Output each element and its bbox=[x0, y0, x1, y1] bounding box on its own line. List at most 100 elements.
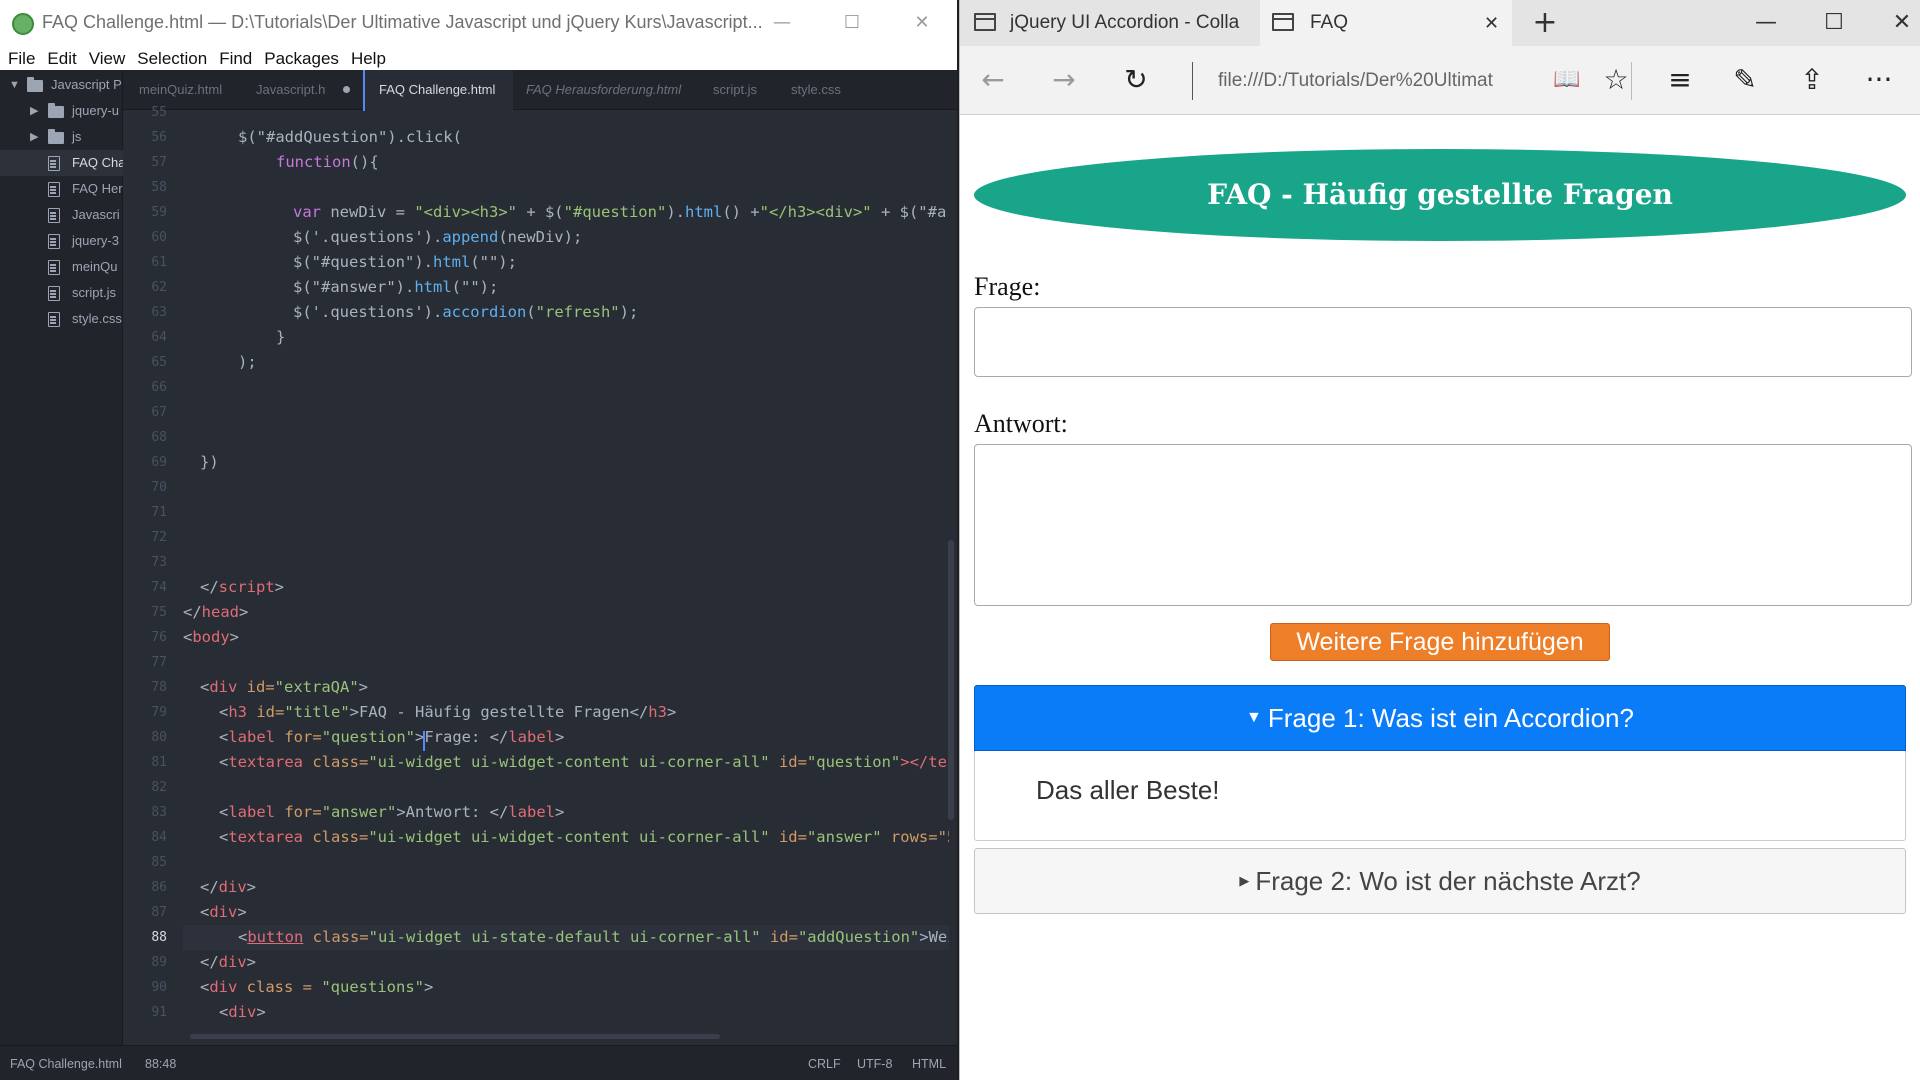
line-number: 87 bbox=[151, 905, 167, 920]
menu-find[interactable]: Find bbox=[213, 46, 258, 69]
address-bar[interactable]: file:///D:/Tutorials/Der%20Ultimat bbox=[1218, 70, 1493, 92]
code-token: $('.questions'). bbox=[293, 228, 443, 246]
new-tab-button[interactable]: + bbox=[1525, 0, 1565, 46]
web-note-icon[interactable]: ✎ bbox=[1725, 60, 1765, 100]
share-icon[interactable]: ⇪ bbox=[1792, 60, 1832, 100]
menu-edit[interactable]: Edit bbox=[41, 46, 82, 69]
line-number: 66 bbox=[151, 380, 167, 395]
code-token: < bbox=[219, 1003, 229, 1021]
question-textarea[interactable] bbox=[974, 307, 1912, 377]
tree-item-label: FAQ Her bbox=[72, 181, 123, 196]
code-token: textarea bbox=[228, 828, 303, 846]
code-token: >FAQ - Häufig gestellte Fragen</ bbox=[349, 703, 649, 721]
menu-packages[interactable]: Packages bbox=[258, 46, 345, 69]
browser-minimize-button[interactable]: — bbox=[1746, 0, 1786, 46]
status-encoding[interactable]: UTF-8 bbox=[857, 1057, 892, 1071]
web-page: FAQ - Häufig gestellte Fragen Frage: Ant… bbox=[960, 115, 1920, 1080]
horizontal-scrollbar[interactable] bbox=[190, 1034, 720, 1039]
question-label: Frage: bbox=[974, 272, 1041, 301]
vertical-scrollbar[interactable] bbox=[948, 540, 954, 820]
tree-item-javascript[interactable]: Javascri bbox=[0, 202, 123, 228]
code-token: head bbox=[201, 603, 239, 621]
code-line: </head> bbox=[183, 600, 248, 625]
tree-item-style-css[interactable]: style.css bbox=[0, 306, 123, 332]
menu-help[interactable]: Help bbox=[345, 46, 392, 69]
line-number: 61 bbox=[151, 255, 167, 270]
file-icon bbox=[48, 286, 60, 301]
code-token: id= bbox=[769, 753, 807, 771]
accordion-header-1[interactable]: ▼ Frage 1: Was ist ein Accordion? bbox=[974, 685, 1906, 751]
status-grammar[interactable]: HTML bbox=[912, 1057, 946, 1071]
browser-maximize-button[interactable]: ☐ bbox=[1814, 0, 1854, 46]
line-number: 91 bbox=[151, 1005, 167, 1020]
code-token: for= bbox=[275, 728, 322, 746]
close-tab-icon[interactable]: ✕ bbox=[1484, 0, 1499, 46]
tab-faq-herausforderung[interactable]: FAQ Herausforderung.html bbox=[526, 70, 696, 110]
code-token: >Frage: </ bbox=[415, 728, 509, 746]
code-editor[interactable]: $("#addQuestion").click( function(){ var… bbox=[183, 110, 949, 1045]
code-token: id= bbox=[237, 678, 275, 696]
file-icon bbox=[48, 234, 60, 249]
code-token: < bbox=[200, 678, 210, 696]
refresh-icon[interactable]: ↻ bbox=[1116, 60, 1156, 100]
tab-style-css[interactable]: style.css bbox=[791, 70, 861, 110]
tree-item-faq-challenge[interactable]: FAQ Cha bbox=[0, 150, 123, 176]
code-token: } bbox=[276, 328, 286, 346]
code-token: label bbox=[228, 803, 276, 821]
accordion-header-2[interactable]: ▶ Frage 2: Wo ist der nächste Arzt? bbox=[974, 848, 1906, 914]
add-question-button[interactable]: Weitere Frage hinzufügen bbox=[1270, 623, 1610, 661]
status-file-name[interactable]: FAQ Challenge.html bbox=[10, 1057, 122, 1071]
hub-icon[interactable]: ≡ bbox=[1660, 60, 1700, 100]
tree-item-meinquiz[interactable]: meinQu bbox=[0, 254, 123, 280]
tab-script-js[interactable]: script.js bbox=[713, 70, 773, 110]
answer-textarea[interactable] bbox=[974, 444, 1912, 606]
minimize-button[interactable]: — bbox=[762, 10, 802, 36]
code-token: (""); bbox=[470, 253, 517, 271]
close-button[interactable]: ✕ bbox=[902, 10, 942, 36]
tree-item-faq-herausforderung[interactable]: FAQ Her bbox=[0, 176, 123, 202]
tree-item-label: jquery-u bbox=[72, 103, 119, 118]
code-token: id= bbox=[247, 703, 285, 721]
code-token: (){ bbox=[350, 153, 379, 171]
reading-view-icon[interactable]: 📖 bbox=[1547, 60, 1587, 100]
more-icon[interactable]: ··· bbox=[1859, 60, 1899, 100]
tab-javascript[interactable]: Javascript.ht bbox=[256, 70, 326, 110]
line-number: 59 bbox=[151, 205, 167, 220]
code-token: > bbox=[246, 953, 257, 971]
browser-close-button[interactable]: ✕ bbox=[1882, 0, 1920, 46]
code-token: "addQuestion" bbox=[797, 928, 920, 946]
menu-selection[interactable]: Selection bbox=[131, 46, 213, 69]
favorite-star-icon[interactable]: ☆ bbox=[1596, 60, 1636, 100]
page-icon bbox=[974, 13, 996, 31]
code-token: </ bbox=[183, 603, 202, 621]
status-cursor-position[interactable]: 88:48 bbox=[145, 1057, 176, 1071]
tree-project-root[interactable]: ▼ Javascript P bbox=[0, 72, 123, 98]
line-number: 89 bbox=[151, 955, 167, 970]
tree-item-jquery-ui[interactable]: ▶ jquery-u bbox=[0, 98, 123, 124]
atom-logo-icon bbox=[12, 13, 34, 35]
line-number: 81 bbox=[151, 755, 167, 770]
code-token: > bbox=[555, 803, 565, 821]
tree-item-js[interactable]: ▶ js bbox=[0, 124, 123, 150]
code-token: >Wei bbox=[919, 928, 949, 946]
back-arrow-icon[interactable]: ← bbox=[973, 60, 1013, 100]
code-token: html bbox=[432, 253, 471, 271]
browser-tab-strip: jQuery UI Accordion - Colla FAQ ✕ + — ☐ … bbox=[960, 0, 1920, 46]
browser-tab-jquery-ui[interactable]: jQuery UI Accordion - Colla bbox=[960, 0, 1260, 46]
tab-faq-challenge[interactable]: FAQ Challenge.html bbox=[363, 70, 513, 111]
window-title: FAQ Challenge.html — D:\Tutorials\Der Ul… bbox=[42, 12, 763, 32]
text-caret bbox=[423, 731, 425, 751]
tree-item-script-js[interactable]: script.js bbox=[0, 280, 123, 306]
line-number: 71 bbox=[151, 505, 167, 520]
forward-arrow-icon[interactable]: → bbox=[1044, 60, 1084, 100]
menu-view[interactable]: View bbox=[83, 46, 132, 69]
maximize-button[interactable]: ☐ bbox=[832, 10, 872, 36]
tree-item-jquery-3[interactable]: jquery-3 bbox=[0, 228, 123, 254]
menu-file[interactable]: File bbox=[0, 46, 41, 69]
code-token: class= bbox=[303, 753, 369, 771]
browser-tab-faq[interactable]: FAQ ✕ bbox=[1260, 0, 1512, 46]
status-line-ending[interactable]: CRLF bbox=[808, 1057, 841, 1071]
code-line: <div id="extraQA"> bbox=[200, 675, 368, 700]
code-line: $("#addQuestion").click( bbox=[238, 125, 462, 150]
code-token: html bbox=[414, 278, 452, 296]
